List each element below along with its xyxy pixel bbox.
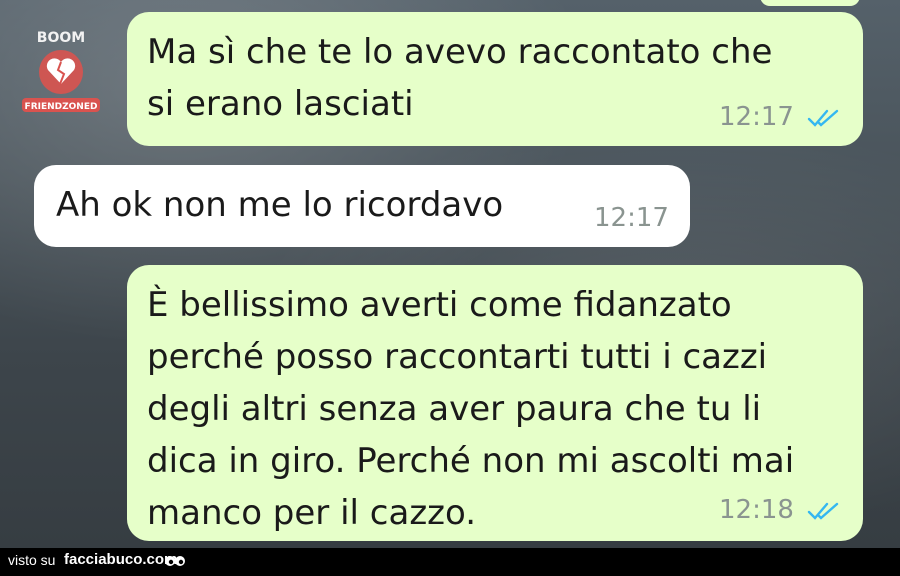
read-ticks-icon <box>807 502 839 520</box>
message-bubble-outgoing[interactable]: È bellissimo averti come fidanzato perch… <box>127 265 863 541</box>
message-bubble-incoming[interactable]: Ah ok non me lo ricordavo 12:17 <box>34 165 690 247</box>
logo-bottom-text: FRIENDZONED <box>25 102 98 112</box>
footer-brand-link[interactable]: facciabuco.com <box>64 551 177 568</box>
boom-friendzoned-logo: BOOM FRIENDZONED <box>22 30 100 112</box>
message-text: Ah ok non me lo ricordavo <box>56 185 504 225</box>
previous-message-edge <box>760 0 860 6</box>
message-time: 12:17 <box>719 102 794 132</box>
eyes-icon <box>165 556 185 566</box>
footer-bar: visto su facciabuco.com <box>0 548 900 576</box>
logo-top-text: BOOM <box>37 30 85 46</box>
message-time: 12:18 <box>719 495 794 525</box>
message-time: 12:17 <box>594 203 669 233</box>
footer-prefix: visto su <box>8 552 56 568</box>
message-bubble-outgoing[interactable]: Ma sì che te lo avevo raccontato che si … <box>127 12 863 146</box>
read-ticks-icon <box>807 109 839 127</box>
